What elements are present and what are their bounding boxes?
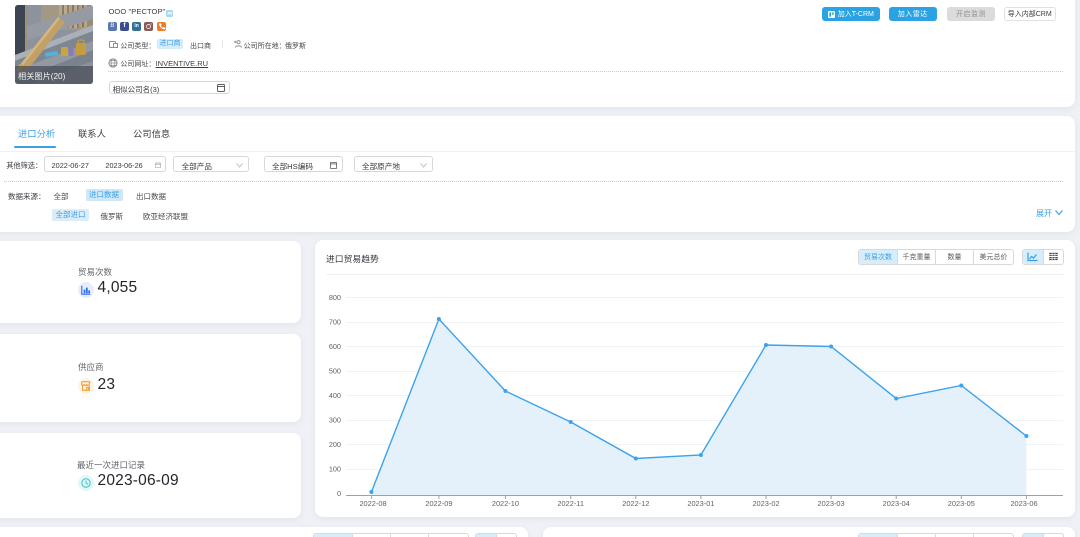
svg-text:2023-01: 2023-01 (687, 499, 714, 508)
svg-text:0: 0 (337, 489, 341, 498)
svg-text:400: 400 (329, 391, 341, 400)
svg-text:200: 200 (329, 440, 341, 449)
svg-text:2022-11: 2022-11 (557, 499, 584, 508)
svg-text:2023-03: 2023-03 (818, 499, 845, 508)
svg-text:300: 300 (329, 416, 341, 425)
svg-text:2022-12: 2022-12 (622, 499, 649, 508)
svg-text:2023-05: 2023-05 (948, 499, 975, 508)
svg-text:2022-09: 2022-09 (425, 499, 452, 508)
svg-text:800: 800 (329, 293, 341, 302)
svg-text:2022-08: 2022-08 (359, 499, 386, 508)
svg-text:2023-02: 2023-02 (752, 499, 779, 508)
svg-text:2023-06: 2023-06 (1010, 499, 1037, 508)
svg-text:相关图片(20): 相关图片(20) (18, 71, 66, 81)
svg-text:2023-04: 2023-04 (883, 499, 910, 508)
svg-text:700: 700 (329, 318, 341, 327)
svg-text:2022-10: 2022-10 (492, 499, 519, 508)
svg-text:600: 600 (329, 342, 341, 351)
svg-text:100: 100 (329, 465, 341, 474)
svg-text:500: 500 (329, 367, 341, 376)
